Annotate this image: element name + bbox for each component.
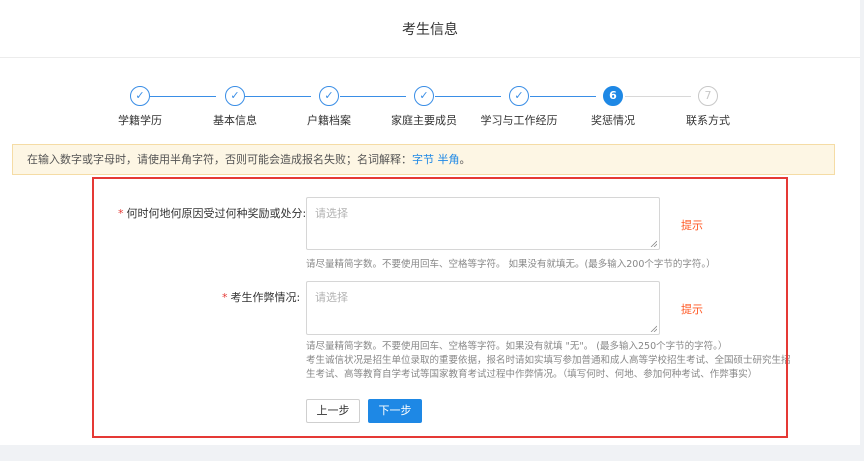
step-label: 户籍档案 [307, 114, 351, 127]
step-4: ✓ 家庭主要成员 [379, 86, 469, 128]
page-title: 考生信息 [0, 0, 860, 58]
step-3: ✓ 户籍档案 [284, 86, 374, 128]
check-icon: ✓ [225, 86, 245, 106]
step-6: 6 奖惩情况 [568, 86, 658, 128]
notice-text: 在输入数字或字母时，请使用半角字符，否则可能会造成报名失败；名词解释： [27, 153, 412, 166]
step-number-badge: 6 [603, 86, 623, 106]
step-label: 家庭主要成员 [391, 114, 457, 127]
step-1: ✓ 学籍学历 [95, 86, 185, 128]
step-label: 基本信息 [213, 114, 257, 127]
step-2: ✓ 基本信息 [190, 86, 280, 128]
highlight-frame [92, 177, 788, 438]
page-title-text: 考生信息 [402, 21, 458, 38]
byte-term-link[interactable]: 字节 [412, 153, 434, 166]
check-icon: ✓ [414, 86, 434, 106]
step-label: 学习与工作经历 [480, 114, 558, 127]
step-7: 7 联系方式 [663, 86, 753, 128]
check-icon: ✓ [130, 86, 150, 106]
step-number-badge: 7 [698, 86, 718, 106]
check-icon: ✓ [319, 86, 339, 106]
step-5: ✓ 学习与工作经历 [474, 86, 564, 128]
check-icon: ✓ [509, 86, 529, 106]
step-label: 学籍学历 [118, 114, 162, 127]
notice-suffix: 。 [459, 153, 471, 166]
progress-steps: ✓ 学籍学历 ✓ 基本信息 ✓ 户籍档案 ✓ 家庭主要成员 ✓ 学习与工作经历 … [0, 86, 860, 132]
step-label: 联系方式 [686, 114, 730, 127]
half-width-term-link[interactable]: 半角 [438, 153, 460, 166]
step-label: 奖惩情况 [591, 114, 635, 127]
notice-banner: 在输入数字或字母时，请使用半角字符，否则可能会造成报名失败；名词解释：字节 半角… [12, 144, 835, 175]
